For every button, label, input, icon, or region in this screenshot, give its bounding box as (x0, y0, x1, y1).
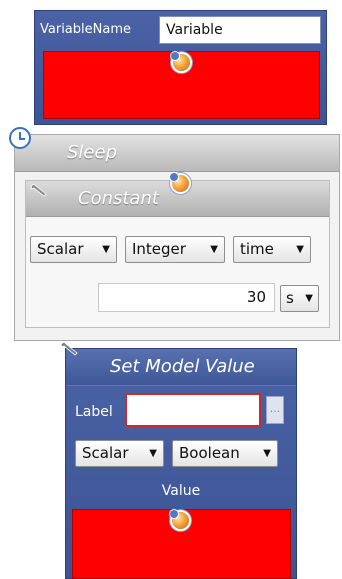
variable-name-field[interactable]: Variable (159, 16, 321, 44)
type-dropdown[interactable]: Integer ▼ (125, 236, 225, 263)
unit-dropdown[interactable]: s ▼ (280, 285, 319, 312)
chevron-down-icon: ▼ (149, 448, 157, 459)
constant-block[interactable]: Constant Scalar ▼ Integer ▼ time ▼ 30 s … (25, 172, 330, 328)
scalar-dropdown-value: Scalar (37, 240, 84, 258)
value-drop-area[interactable] (72, 509, 291, 579)
constant-title: Constant (78, 188, 159, 209)
chevron-down-icon: ▼ (305, 293, 313, 304)
clock-icon (9, 127, 31, 149)
scalar-dropdown-value: Scalar (82, 444, 129, 462)
plug-icon[interactable] (170, 51, 190, 71)
wrench-icon (60, 341, 80, 357)
sleep-title: Sleep (67, 142, 118, 163)
chevron-down-icon: ▼ (102, 244, 110, 255)
wrench-icon (30, 183, 48, 197)
variable-name-label: VariableName (40, 22, 131, 37)
sleep-header: Sleep (9, 127, 339, 172)
variable-block[interactable]: VariableName Variable (34, 10, 327, 125)
variable-drop-area[interactable] (43, 51, 320, 119)
set-model-value-title: Set Model Value (110, 356, 255, 377)
unit-kind-dropdown-value: time (240, 240, 274, 258)
value-caption: Value (161, 483, 201, 499)
constant-header: Constant (26, 172, 329, 217)
scalar-dropdown[interactable]: Scalar ▼ (75, 440, 164, 467)
chevron-down-icon: ▼ (296, 244, 304, 255)
unit-kind-dropdown[interactable]: time ▼ (233, 236, 311, 263)
type-dropdown-value: Integer (132, 240, 186, 258)
plug-icon[interactable] (169, 172, 189, 192)
plug-icon[interactable] (169, 509, 189, 529)
scalar-dropdown[interactable]: Scalar ▼ (30, 236, 117, 263)
type-dropdown[interactable]: Boolean ▼ (172, 440, 278, 467)
type-dropdown-value: Boolean (179, 444, 240, 462)
chevron-down-icon: ▼ (210, 244, 218, 255)
chevron-down-icon: ▼ (263, 448, 271, 459)
set-model-value-header: Set Model Value (60, 341, 296, 386)
label-input[interactable] (125, 393, 261, 427)
sleep-block[interactable]: Sleep Constant Scalar ▼ Integer ▼ time ▼… (9, 127, 340, 341)
constant-value-input[interactable]: 30 (98, 283, 275, 312)
set-model-value-block[interactable]: Set Model Value Label ... Scalar ▼ Boole… (60, 341, 297, 579)
unit-dropdown-value: s (286, 289, 294, 307)
label-caption: Label (75, 404, 113, 420)
ellipsis-button[interactable]: ... (266, 396, 284, 424)
